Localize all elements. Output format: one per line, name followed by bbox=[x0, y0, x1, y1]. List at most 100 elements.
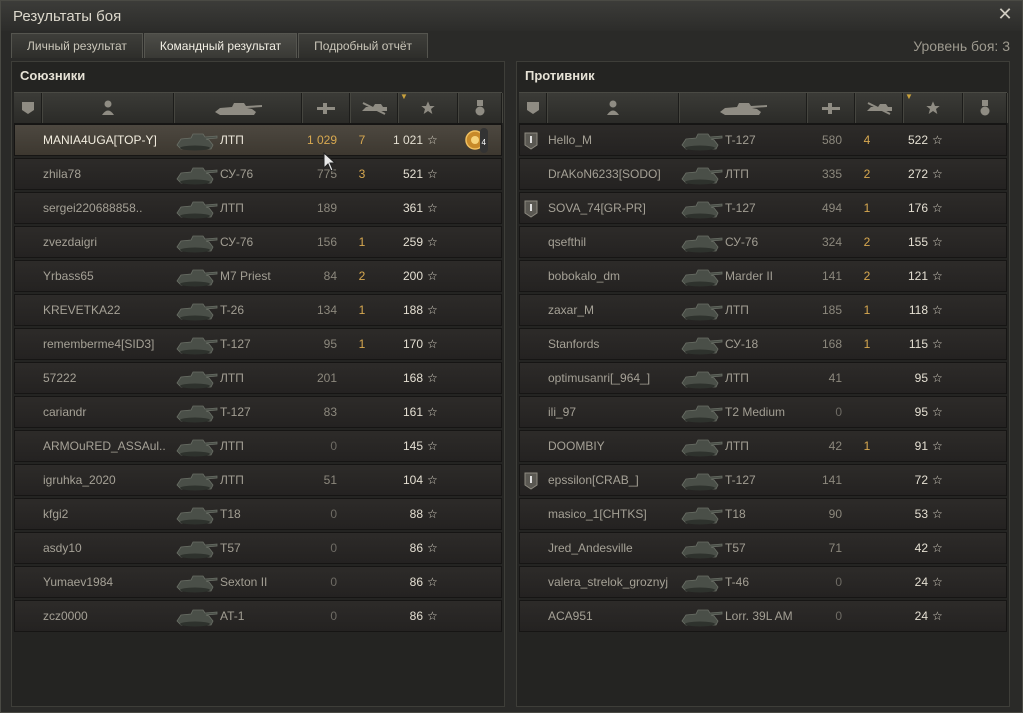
player-row[interactable]: cariandr T-127 83 161 ☆ bbox=[14, 396, 502, 428]
kills-value: 3 bbox=[358, 167, 366, 181]
vehicle-name: T-46 bbox=[725, 575, 750, 589]
player-row[interactable]: SOVA_74[GR-PR] T-127 494 1 176 ☆ bbox=[519, 192, 1007, 224]
vehicle-name: ЛТП bbox=[725, 303, 749, 317]
xp-star-icon: ☆ bbox=[932, 439, 943, 453]
xp-star-column-header[interactable]: ▼ bbox=[903, 92, 963, 123]
xp-star-icon: ☆ bbox=[427, 439, 438, 453]
kills-value: 2 bbox=[863, 269, 871, 283]
player-row[interactable]: qsefthil СУ-76 324 2 155 ☆ bbox=[519, 226, 1007, 258]
player-name: zaxar_M bbox=[548, 303, 595, 317]
player-row[interactable]: KREVETKA22 T-26 134 1 188 ☆ bbox=[14, 294, 502, 326]
player-column-header[interactable] bbox=[547, 93, 679, 123]
damage-value: 324 bbox=[821, 235, 842, 249]
xp-star-column-header[interactable]: ▼ bbox=[398, 92, 458, 123]
player-row[interactable]: zaxar_M ЛТП 185 1 118 ☆ bbox=[519, 294, 1007, 326]
player-name: Jred_Andesville bbox=[548, 541, 633, 555]
player-row[interactable]: ARMOuRED_ASSAul.. ЛТП 0 145 ☆ bbox=[14, 430, 502, 462]
xp-star-icon: ☆ bbox=[427, 609, 438, 623]
vehicle-name: T2 Medium bbox=[725, 405, 786, 419]
xp-star-icon: ☆ bbox=[427, 575, 438, 589]
player-column-header[interactable] bbox=[42, 93, 174, 123]
player-row[interactable]: 57222 ЛТП 201 168 ☆ bbox=[14, 362, 502, 394]
xp-value: 104 bbox=[402, 473, 423, 487]
player-name: sergei220688858.. bbox=[43, 201, 143, 215]
player-name: rememberme4[SID3] bbox=[43, 337, 155, 351]
enemies-title: Противник bbox=[525, 68, 595, 83]
kills-value: 2 bbox=[358, 269, 366, 283]
xp-value: 272 bbox=[907, 167, 928, 181]
xp-value: 88 bbox=[409, 507, 423, 521]
rank-column-header[interactable] bbox=[14, 93, 42, 123]
damage-value: 41 bbox=[828, 371, 842, 385]
kills-column-header[interactable] bbox=[350, 93, 398, 123]
tank-column-header[interactable] bbox=[174, 93, 302, 123]
damage-column-icon bbox=[302, 93, 349, 123]
player-row[interactable]: ili_97 T2 Medium 0 95 ☆ bbox=[519, 396, 1007, 428]
player-row[interactable]: optimusanri[_964_] ЛТП 41 95 ☆ bbox=[519, 362, 1007, 394]
xp-star-icon: ☆ bbox=[427, 371, 438, 385]
damage-value: 335 bbox=[821, 167, 842, 181]
damage-value: 580 bbox=[821, 133, 842, 147]
medal-column-header[interactable] bbox=[963, 93, 1007, 123]
player-row[interactable]: Stanfords СУ-18 168 1 115 ☆ bbox=[519, 328, 1007, 360]
kills-column-icon bbox=[855, 93, 902, 123]
player-name: kfgi2 bbox=[43, 507, 69, 521]
player-row[interactable]: Jred_Andesville T57 71 42 ☆ bbox=[519, 532, 1007, 564]
medal-icon[interactable]: 4 bbox=[463, 128, 489, 154]
close-icon[interactable]: ✕ bbox=[996, 5, 1014, 23]
player-row[interactable]: sergei220688858.. ЛТП 189 361 ☆ bbox=[14, 192, 502, 224]
player-row[interactable]: ACA951 Lorr. 39L AM 0 24 ☆ bbox=[519, 600, 1007, 632]
damage-value: 141 bbox=[821, 473, 842, 487]
player-name: Yumaev1984 bbox=[43, 575, 114, 589]
rank-column-header[interactable] bbox=[519, 93, 547, 123]
xp-value: 86 bbox=[409, 575, 423, 589]
damage-column-header[interactable] bbox=[807, 93, 855, 123]
player-row[interactable]: epssilon[CRAB_] T-127 141 72 ☆ bbox=[519, 464, 1007, 496]
player-row[interactable]: rememberme4[SID3] T-127 95 1 170 ☆ bbox=[14, 328, 502, 360]
player-row[interactable]: igruhka_2020 ЛТП 51 104 ☆ bbox=[14, 464, 502, 496]
vehicle-name: СУ-18 bbox=[725, 337, 759, 351]
tank-column-icon bbox=[679, 93, 806, 123]
medal-column-header[interactable] bbox=[458, 93, 502, 123]
tab-team-result[interactable]: Командный результат bbox=[143, 33, 298, 58]
tank-column-header[interactable] bbox=[679, 93, 807, 123]
player-name: MANIA4UGA[TOP-Y] bbox=[43, 133, 157, 147]
player-row[interactable]: MANIA4UGA[TOP-Y] ЛТП 1 029 7 1 021 ☆ 4 bbox=[14, 124, 502, 156]
player-row[interactable]: asdy10 T57 0 86 ☆ bbox=[14, 532, 502, 564]
player-row[interactable]: zhila78 СУ-76 775 3 521 ☆ bbox=[14, 158, 502, 190]
xp-value: 95 bbox=[914, 405, 928, 419]
player-row[interactable]: Hello_M T-127 580 4 522 ☆ bbox=[519, 124, 1007, 156]
xp-star-icon: ☆ bbox=[427, 541, 438, 555]
vehicle-name: ЛТП bbox=[220, 371, 244, 385]
player-row[interactable]: zvezdaigri СУ-76 156 1 259 ☆ bbox=[14, 226, 502, 258]
window-title: Результаты боя bbox=[13, 8, 122, 25]
damage-value: 95 bbox=[323, 337, 337, 351]
player-row[interactable]: kfgi2 T18 0 88 ☆ bbox=[14, 498, 502, 530]
player-row[interactable]: DrAKoN6233[SODO] ЛТП 335 2 272 ☆ bbox=[519, 158, 1007, 190]
xp-star-icon: ☆ bbox=[932, 303, 943, 317]
xp-value: 161 bbox=[402, 405, 423, 419]
tab-detailed-report[interactable]: Подробный отчёт bbox=[298, 33, 429, 58]
kills-value: 1 bbox=[358, 235, 366, 249]
kills-column-header[interactable] bbox=[855, 93, 903, 123]
player-row[interactable]: masico_1[CHTKS] T18 90 53 ☆ bbox=[519, 498, 1007, 530]
player-name: ACA951 bbox=[548, 609, 593, 623]
tab-personal-result[interactable]: Личный результат bbox=[11, 33, 143, 58]
xp-star-icon: ☆ bbox=[932, 473, 943, 487]
xp-star-icon: ☆ bbox=[427, 507, 438, 521]
damage-value: 42 bbox=[828, 439, 842, 453]
xp-value: 53 bbox=[914, 507, 928, 521]
player-name: Stanfords bbox=[548, 337, 600, 351]
damage-column-header[interactable] bbox=[302, 93, 350, 123]
player-row[interactable]: zcz0000 AT-1 0 86 ☆ bbox=[14, 600, 502, 632]
player-row[interactable]: valera_strelok_groznyj T-46 0 24 ☆ bbox=[519, 566, 1007, 598]
rank-column-icon bbox=[519, 93, 546, 123]
player-name: masico_1[CHTKS] bbox=[548, 507, 647, 521]
enemies-column-header: ▼ bbox=[519, 92, 1007, 124]
player-row[interactable]: Yrbass65 M7 Priest 84 2 200 ☆ bbox=[14, 260, 502, 292]
damage-value: 0 bbox=[835, 575, 842, 589]
player-row[interactable]: Yumaev1984 Sexton II 0 86 ☆ bbox=[14, 566, 502, 598]
player-row[interactable]: bobokalo_dm Marder II 141 2 121 ☆ bbox=[519, 260, 1007, 292]
player-row[interactable]: DOOMBIY ЛТП 42 1 91 ☆ bbox=[519, 430, 1007, 462]
vehicle-name: Sexton II bbox=[220, 575, 268, 589]
